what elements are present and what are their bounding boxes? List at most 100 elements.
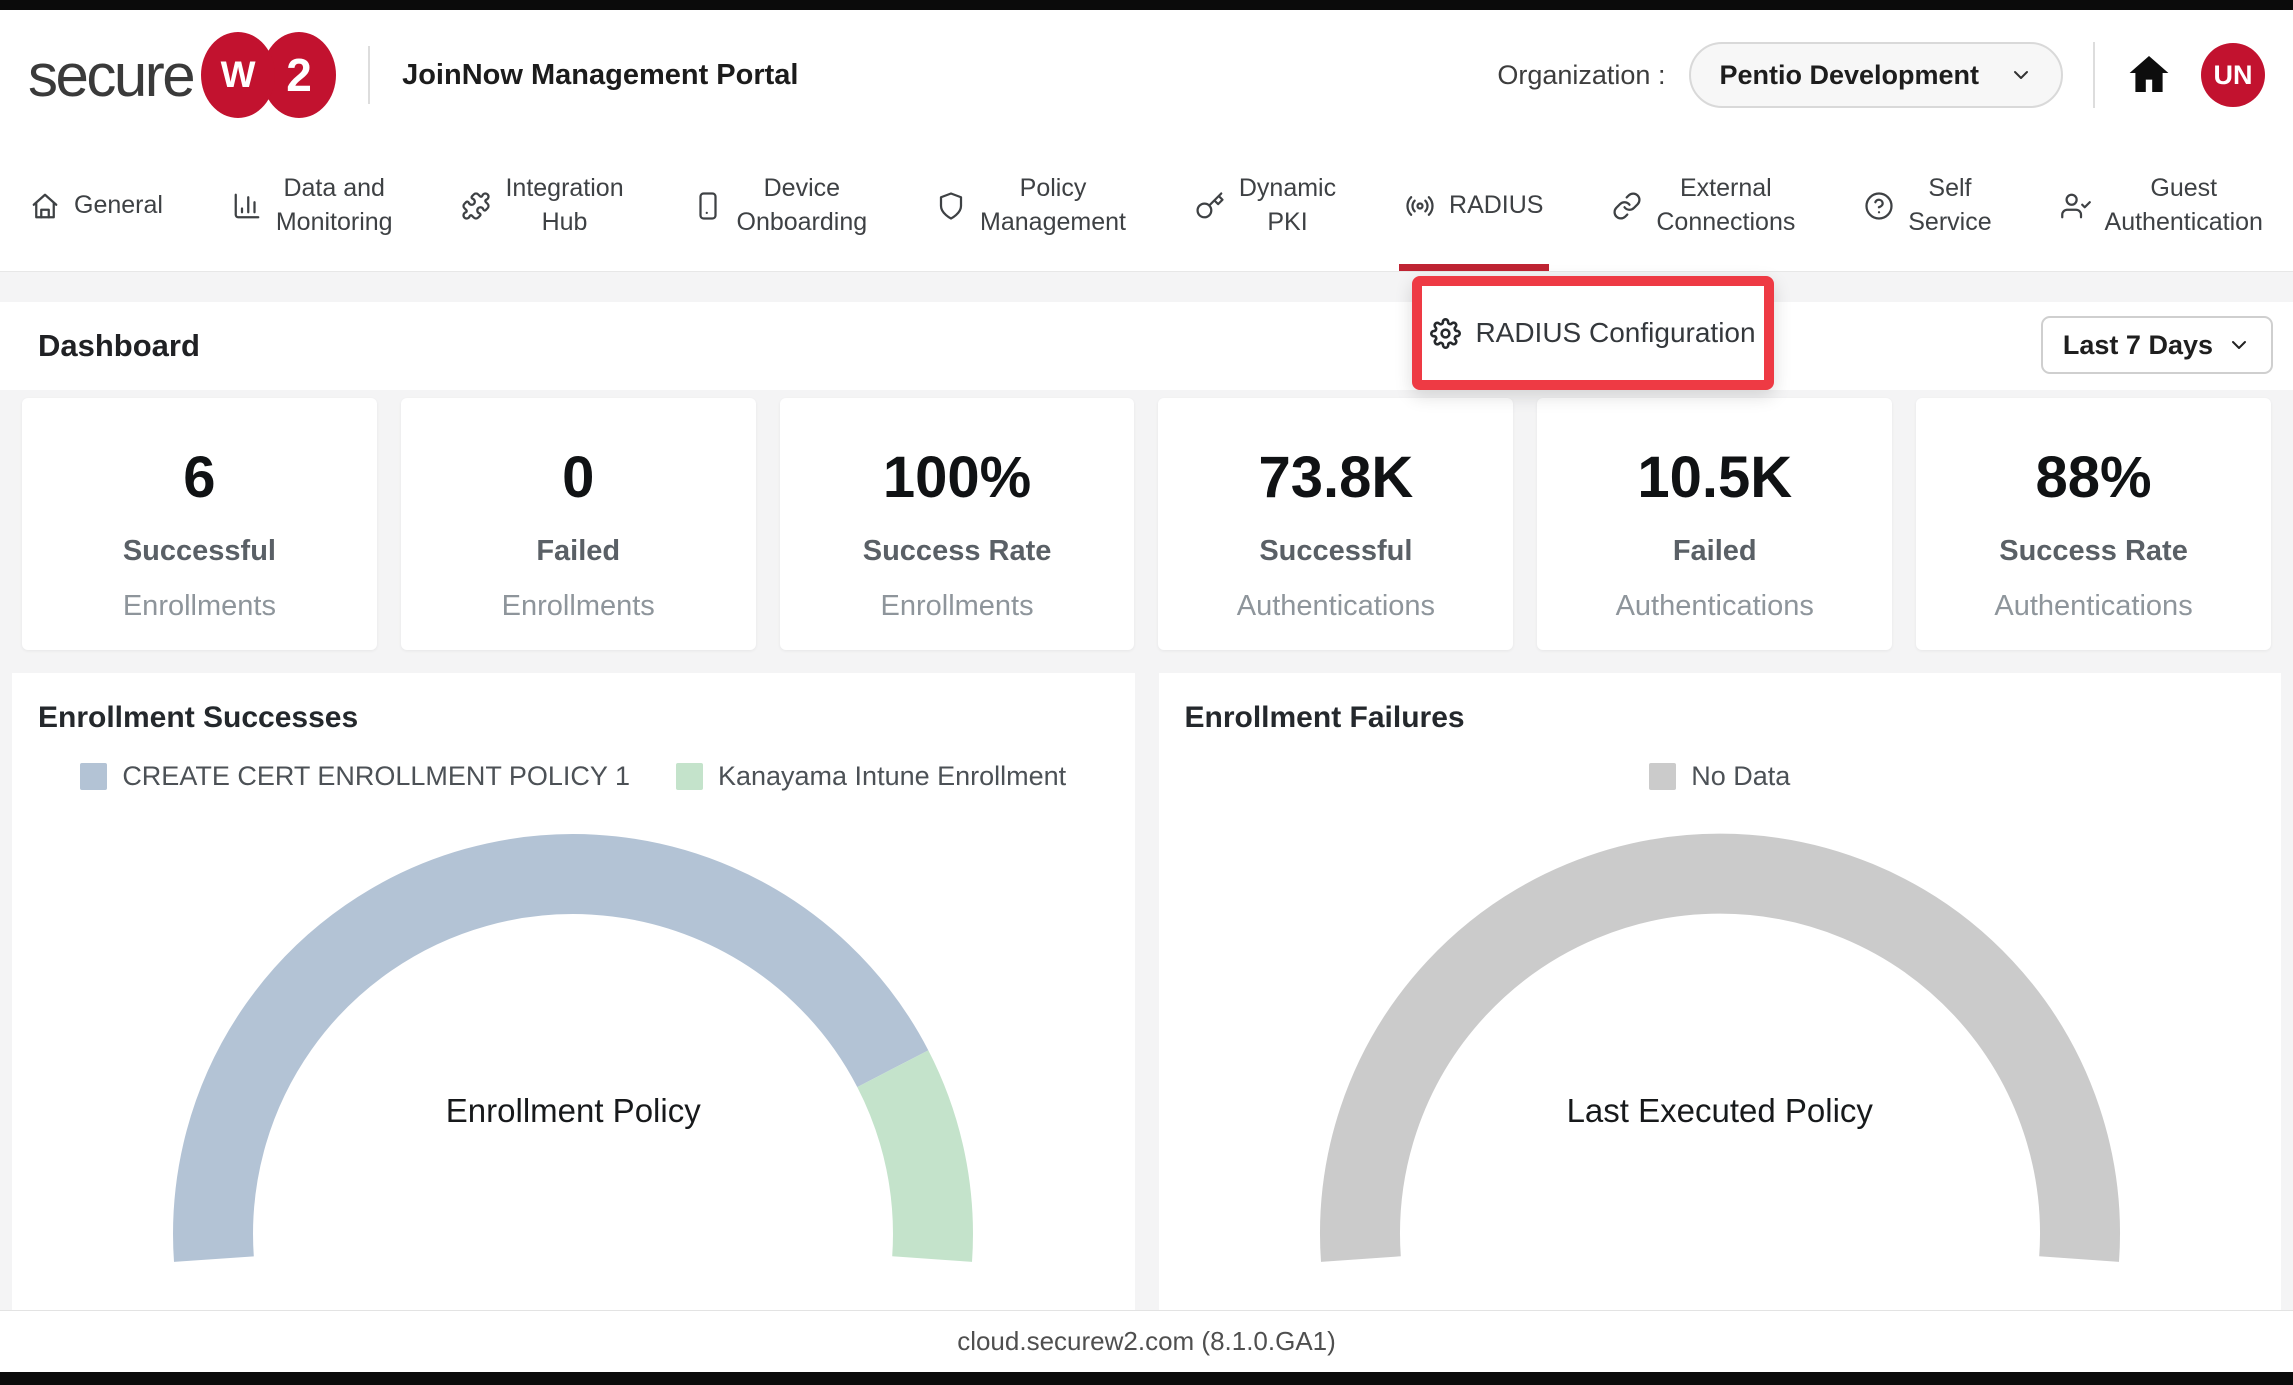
stat-sublabel: Enrollments <box>502 590 655 623</box>
shield-icon <box>936 191 966 221</box>
stat-sublabel: Enrollments <box>881 590 1034 623</box>
chevron-down-icon <box>2227 333 2251 357</box>
stat-card-success-rate-enrollments: 100% Success Rate Enrollments <box>780 398 1135 650</box>
stat-card-failed-enrollments: 0 Failed Enrollments <box>401 398 756 650</box>
avatar[interactable]: UN <box>2201 43 2265 107</box>
chart-title: Enrollment Failures <box>1159 673 2282 735</box>
nav-item-guest-authentication[interactable]: GuestAuthentication <box>2061 140 2263 271</box>
charts-row: Enrollment Successes CREATE CERT ENROLLM… <box>0 650 2293 1310</box>
radio-icon <box>1405 191 1435 221</box>
stat-value: 0 <box>562 444 594 511</box>
legend-label: Kanayama Intune Enrollment <box>718 761 1066 792</box>
logo-badge-w: W <box>201 32 275 118</box>
chart-legend: No Data <box>1159 761 2282 792</box>
chevron-down-icon <box>2009 63 2033 87</box>
page-title: Dashboard <box>38 328 200 364</box>
header-divider <box>368 46 370 104</box>
stat-card-successful-enrollments: 6 Successful Enrollments <box>22 398 377 650</box>
stat-label: Failed <box>536 535 620 568</box>
date-range-button[interactable]: Last 7 Days <box>2041 316 2273 374</box>
nav-item-data-and-monitoring[interactable]: Data andMonitoring <box>232 140 393 271</box>
gauge-chart: Last Executed Policy <box>1300 810 2140 1285</box>
gauge-center-label: Enrollment Policy <box>153 1092 993 1130</box>
logo-text: secure <box>28 41 193 110</box>
legend-swatch <box>80 763 107 790</box>
stat-label: Failed <box>1673 535 1757 568</box>
chart-title: Enrollment Successes <box>12 673 1135 735</box>
radius-configuration-label: RADIUS Configuration <box>1475 317 1755 349</box>
nav-item-label: GuestAuthentication <box>2105 172 2263 239</box>
screen-top-strip <box>0 0 2293 10</box>
help-circle-icon <box>1864 191 1894 221</box>
app-footer: cloud.securew2.com (8.1.0.GA1) <box>0 1310 2293 1372</box>
legend-swatch <box>676 763 703 790</box>
securew2-logo[interactable]: secure W 2 <box>28 32 336 118</box>
key-icon <box>1195 191 1225 221</box>
nav-item-device-onboarding[interactable]: DeviceOnboarding <box>693 140 868 271</box>
nav-item-label: DeviceOnboarding <box>737 172 868 239</box>
organization-label: Organization : <box>1497 60 1665 91</box>
gauge-chart: Enrollment Policy <box>153 810 993 1285</box>
nav-item-integration-hub[interactable]: IntegrationHub <box>461 140 623 271</box>
logo-badges: W 2 <box>201 32 336 118</box>
dashboard-toolbar: Dashboard Last 7 Days <box>0 302 2293 390</box>
stat-value: 100% <box>883 444 1031 511</box>
nav-item-label: IntegrationHub <box>505 172 623 239</box>
legend-label: CREATE CERT ENROLLMENT POLICY 1 <box>122 761 630 792</box>
header-divider-2 <box>2093 42 2095 108</box>
stat-value: 73.8K <box>1259 444 1414 511</box>
nav-item-self-service[interactable]: SelfService <box>1864 140 1991 271</box>
stat-label: Success Rate <box>863 535 1052 568</box>
puzzle-icon <box>461 191 491 221</box>
nav-item-label: General <box>74 189 163 223</box>
nav-item-label: ExternalConnections <box>1656 172 1795 239</box>
page-background-gap <box>0 272 2293 302</box>
home-icon <box>30 191 60 221</box>
screen-bottom-strip <box>0 1372 2293 1385</box>
stat-sublabel: Enrollments <box>123 590 276 623</box>
organization-select[interactable]: Pentio Development <box>1689 42 2063 108</box>
nav-item-label: SelfService <box>1908 172 1991 239</box>
stat-card-successful-authentications: 73.8KSuccessfulAuthentications <box>1158 398 1513 650</box>
link-icon <box>1612 191 1642 221</box>
nav-item-label: PolicyManagement <box>980 172 1126 239</box>
stat-card-success-rate-authentications: 88%Success RateAuthentications <box>1916 398 2271 650</box>
nav-item-dynamic-pki[interactable]: DynamicPKI <box>1195 140 1336 271</box>
legend-item[interactable]: Kanayama Intune Enrollment <box>676 761 1066 792</box>
app-header: secure W 2 JoinNow Management Portal Org… <box>0 10 2293 140</box>
home-button[interactable] <box>2125 51 2173 99</box>
stat-card-failed-authentications: 10.5KFailedAuthentications <box>1537 398 1892 650</box>
nav-item-general[interactable]: General <box>30 140 163 271</box>
nav-item-radius[interactable]: RADIUS <box>1405 140 1543 271</box>
radius-configuration-menu-item-highlighted[interactable]: RADIUS Configuration <box>1412 276 1774 390</box>
stat-label: Success Rate <box>1999 535 2188 568</box>
nav-item-policy-management[interactable]: PolicyManagement <box>936 140 1126 271</box>
user-check-icon <box>2061 191 2091 221</box>
stat-value: 6 <box>183 444 215 511</box>
active-tab-underline <box>1399 264 1549 271</box>
stats-row: 6 Successful Enrollments 0 Failed Enrollments… <box>0 390 2293 650</box>
legend-swatch <box>1649 763 1676 790</box>
nav-item-external-connections[interactable]: ExternalConnections <box>1612 140 1795 271</box>
smartphone-icon <box>693 191 723 221</box>
home-icon <box>2125 51 2173 99</box>
stat-label: Successful <box>123 535 276 568</box>
chart-legend: CREATE CERT ENROLLMENT POLICY 1 Kanayama … <box>12 761 1135 792</box>
stat-label: Successful <box>1259 535 1412 568</box>
bar-chart-icon <box>232 191 262 221</box>
nav-item-label: RADIUS <box>1449 189 1543 223</box>
gauge-segment <box>1360 874 2080 1259</box>
nav-item-label: DynamicPKI <box>1239 172 1336 239</box>
gauge-arc <box>153 810 993 1280</box>
header-right: Organization : Pentio Development UN <box>1497 42 2265 108</box>
stat-sublabel: Authentications <box>1994 590 2192 623</box>
legend-item[interactable]: CREATE CERT ENROLLMENT POLICY 1 <box>80 761 630 792</box>
gauge-segment <box>213 874 893 1259</box>
footer-text: cloud.securew2.com (8.1.0.GA1) <box>957 1326 1336 1357</box>
date-range-label: Last 7 Days <box>2063 330 2213 361</box>
legend-item[interactable]: No Data <box>1649 761 1790 792</box>
gear-icon <box>1430 318 1461 349</box>
nav-item-label: Data andMonitoring <box>276 172 393 239</box>
stat-sublabel: Authentications <box>1616 590 1814 623</box>
organization-value: Pentio Development <box>1719 60 1979 91</box>
